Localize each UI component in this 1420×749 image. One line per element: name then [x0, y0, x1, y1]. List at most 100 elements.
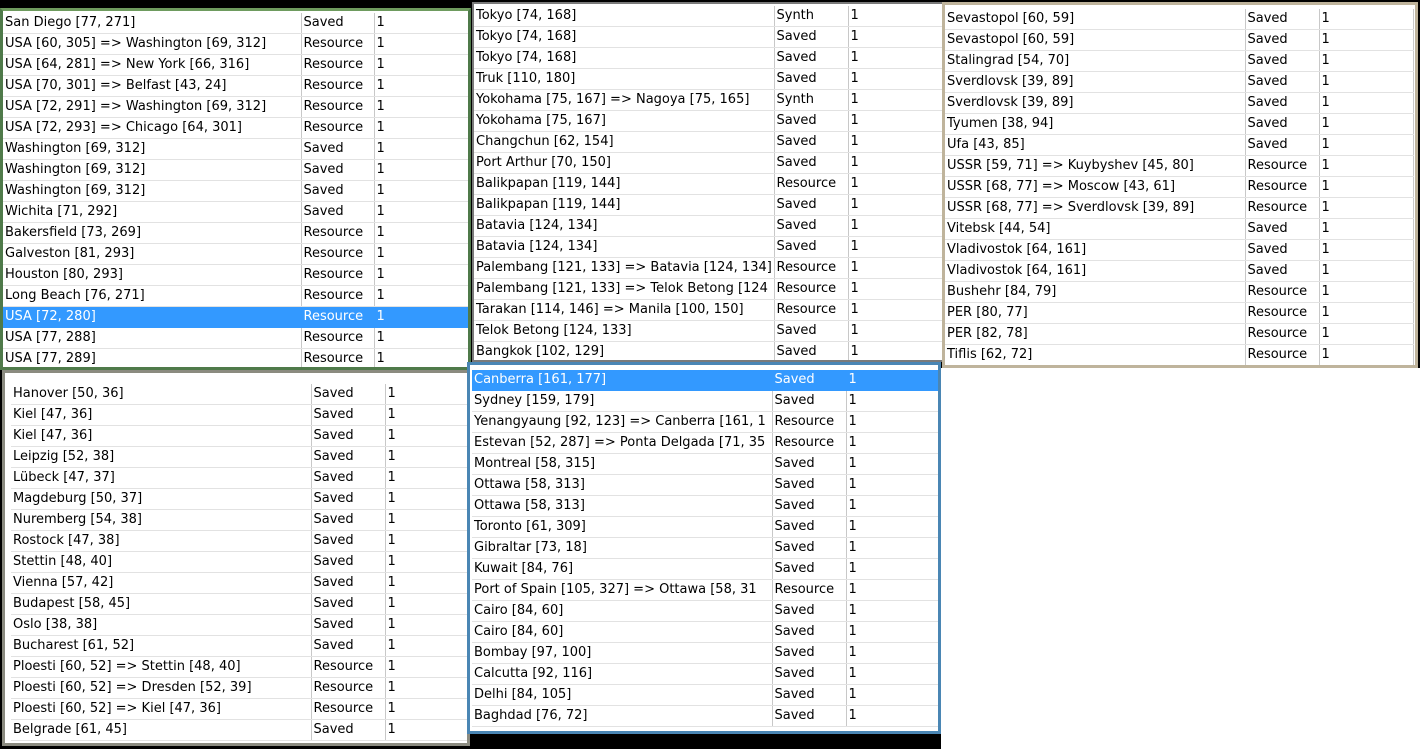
table-row[interactable]: Bakersfield [73, 269] Resource 1: [3, 222, 468, 244]
table-row[interactable]: Ploesti [60, 52] => Stettin [48, 40] Reso…: [11, 656, 467, 678]
row-location: Tiflis [62, 72]: [945, 344, 1246, 365]
table-row[interactable]: Tokyo [74, 168] Saved 1: [474, 26, 942, 48]
table-row[interactable]: Kiel [47, 36] Saved 1: [11, 425, 467, 447]
table-row[interactable]: Washington [69, 312] Saved 1: [3, 180, 468, 202]
table-row[interactable]: Budapest [58, 45] Saved 1: [11, 593, 467, 615]
row-location: Ploesti [60, 52] => Kiel [47, 36]: [11, 698, 312, 720]
table-row[interactable]: Vladivostok [64, 161] Saved 1: [945, 260, 1414, 282]
table-row[interactable]: Rostock [47, 38] Saved 1: [11, 530, 467, 552]
table-row[interactable]: Kiel [47, 36] Saved 1: [11, 404, 467, 426]
table-row[interactable]: Sydney [159, 179] Saved 1: [472, 390, 938, 412]
table-row[interactable]: Cairo [84, 60] Saved 1: [472, 621, 938, 643]
table-row[interactable]: Montreal [58, 315] Saved 1: [472, 453, 938, 475]
table-row[interactable]: Galveston [81, 293] Resource 1: [3, 243, 468, 265]
table-row[interactable]: USA [64, 281] => New York [66, 316] Resou…: [3, 54, 468, 76]
table-row[interactable]: Gibraltar [73, 18] Saved 1: [472, 537, 938, 559]
row-location: Bangkok [102, 129]: [474, 341, 775, 360]
table-row[interactable]: Tiflis [62, 72] Resource 1: [945, 344, 1414, 365]
table-row[interactable]: Lübeck [47, 37] Saved 1: [11, 467, 467, 489]
table-row[interactable]: Vitebsk [44, 54] Saved 1: [945, 218, 1414, 240]
table-row[interactable]: USA [77, 289] Resource 1: [3, 348, 468, 367]
list-panel-usa: San Diego [77, 271] Saved 1 USA [60, 305] =…: [0, 8, 471, 370]
row-location: USA [77, 289]: [3, 348, 302, 367]
table-row[interactable]: USA [77, 288] Resource 1: [3, 327, 468, 349]
table-row[interactable]: Yenangyaung [92, 123] => Canberra [161, …: [472, 411, 938, 433]
table-row[interactable]: Washington [69, 312] Saved 1: [3, 138, 468, 160]
table-row[interactable]: Kuwait [84, 76] Saved 1: [472, 558, 938, 580]
row-type: Saved: [772, 621, 847, 643]
row-count: 1: [846, 642, 938, 664]
table-row[interactable]: USSR [68, 77] => Sverdlovsk [39, 89] Reso…: [945, 197, 1414, 219]
table-row[interactable]: Bangkok [102, 129] Saved 1: [474, 341, 942, 360]
table-row[interactable]: USA [72, 293] => Chicago [64, 301] Resour…: [3, 117, 468, 139]
table-row[interactable]: Calcutta [92, 116] Saved 1: [472, 663, 938, 685]
table-row[interactable]: Bucharest [61, 52] Saved 1: [11, 635, 467, 657]
table-row[interactable]: Toronto [61, 309] Saved 1: [472, 516, 938, 538]
table-row[interactable]: Sverdlovsk [39, 89] Saved 1: [945, 92, 1414, 114]
table-row[interactable]: Stettin [48, 40] Saved 1: [11, 551, 467, 573]
row-type: Saved: [772, 474, 847, 496]
table-row[interactable]: Leipzig [52, 38] Saved 1: [11, 446, 467, 468]
table-row[interactable]: Belgrade [61, 45] Saved 1: [11, 719, 467, 741]
table-row[interactable]: Canberra [161, 177] Saved 1: [472, 370, 938, 391]
table-row[interactable]: Nuremberg [54, 38] Saved 1: [11, 509, 467, 531]
table-row[interactable]: Ottawa [58, 313] Saved 1: [472, 474, 938, 496]
table-row[interactable]: Ploesti [60, 52] => Kiel [47, 36] Resourc…: [11, 698, 467, 720]
table-row[interactable]: Batavia [124, 134] Saved 1: [474, 236, 942, 258]
table-row[interactable]: Tokyo [74, 168] Synth 1: [474, 6, 942, 27]
table-row[interactable]: Stalingrad [54, 70] Saved 1: [945, 50, 1414, 72]
table-row[interactable]: Bushehr [84, 79] Resource 1: [945, 281, 1414, 303]
table-row[interactable]: USSR [59, 71] => Kuybyshev [45, 80] Resou…: [945, 155, 1414, 177]
list-table: Hanover [50, 36] Saved 1 Kiel [47, 36] Saved…: [11, 384, 467, 741]
table-row[interactable]: PER [82, 78] Resource 1: [945, 323, 1414, 345]
table-row[interactable]: Ottawa [58, 313] Saved 1: [472, 495, 938, 517]
table-row[interactable]: Vienna [57, 42] Saved 1: [11, 572, 467, 594]
table-row[interactable]: Tarakan [114, 146] => Manila [100, 150] R…: [474, 299, 942, 321]
table-row[interactable]: Oslo [38, 38] Saved 1: [11, 614, 467, 636]
table-row[interactable]: Estevan [52, 287] => Ponta Delgada [71, …: [472, 432, 938, 454]
table-row[interactable]: Long Beach [76, 271] Resource 1: [3, 285, 468, 307]
row-count: 1: [1319, 218, 1414, 240]
table-row[interactable]: Sverdlovsk [39, 89] Saved 1: [945, 71, 1414, 93]
table-row[interactable]: USA [70, 301] => Belfast [43, 24] Resourc…: [3, 75, 468, 97]
row-type: Resource: [1245, 323, 1320, 345]
table-row[interactable]: Sevastopol [60, 59] Saved 1: [945, 9, 1414, 30]
table-row[interactable]: Magdeburg [50, 37] Saved 1: [11, 488, 467, 510]
table-row[interactable]: Yokohama [75, 167] Saved 1: [474, 110, 942, 132]
table-row[interactable]: Delhi [84, 105] Saved 1: [472, 684, 938, 706]
table-row[interactable]: Port Arthur [70, 150] Saved 1: [474, 152, 942, 174]
row-count: 1: [374, 117, 468, 139]
table-row[interactable]: Telok Betong [124, 133] Saved 1: [474, 320, 942, 342]
table-row[interactable]: USA [72, 291] => Washington [69, 312] Res…: [3, 96, 468, 118]
table-row[interactable]: Balikpapan [119, 144] Resource 1: [474, 173, 942, 195]
table-row[interactable]: Palembang [121, 133] => Batavia [124, 13…: [474, 257, 942, 279]
table-row[interactable]: Vladivostok [64, 161] Saved 1: [945, 239, 1414, 261]
row-location: USSR [59, 71] => Kuybyshev [45, 80]: [945, 155, 1246, 177]
table-row[interactable]: Yokohama [75, 167] => Nagoya [75, 165] Sy…: [474, 89, 942, 111]
table-row[interactable]: Port of Spain [105, 327] => Ottawa [58, …: [472, 579, 938, 601]
table-row[interactable]: Truk [110, 180] Saved 1: [474, 68, 942, 90]
row-count: 1: [848, 131, 942, 153]
table-row[interactable]: USA [72, 280] Resource 1: [3, 306, 468, 328]
table-row[interactable]: Houston [80, 293] Resource 1: [3, 264, 468, 286]
table-row[interactable]: Changchun [62, 154] Saved 1: [474, 131, 942, 153]
table-row[interactable]: USSR [68, 77] => Moscow [43, 61] Resource…: [945, 176, 1414, 198]
table-row[interactable]: Tyumen [38, 94] Saved 1: [945, 113, 1414, 135]
row-count: 1: [848, 6, 942, 27]
table-row[interactable]: Batavia [124, 134] Saved 1: [474, 215, 942, 237]
table-row[interactable]: PER [80, 77] Resource 1: [945, 302, 1414, 324]
table-row[interactable]: San Diego [77, 271] Saved 1: [3, 13, 468, 34]
table-row[interactable]: Balikpapan [119, 144] Saved 1: [474, 194, 942, 216]
table-row[interactable]: Palembang [121, 133] => Telok Betong [12…: [474, 278, 942, 300]
table-row[interactable]: Cairo [84, 60] Saved 1: [472, 600, 938, 622]
table-row[interactable]: USA [60, 305] => Washington [69, 312] Res…: [3, 33, 468, 55]
table-row[interactable]: Wichita [71, 292] Saved 1: [3, 201, 468, 223]
table-row[interactable]: Washington [69, 312] Saved 1: [3, 159, 468, 181]
table-row[interactable]: Tokyo [74, 168] Saved 1: [474, 47, 942, 69]
table-row[interactable]: Bombay [97, 100] Saved 1: [472, 642, 938, 664]
table-row[interactable]: Hanover [50, 36] Saved 1: [11, 384, 467, 405]
table-row[interactable]: Baghdad [76, 72] Saved 1: [472, 705, 938, 727]
table-row[interactable]: Sevastopol [60, 59] Saved 1: [945, 29, 1414, 51]
table-row[interactable]: Ufa [43, 85] Saved 1: [945, 134, 1414, 156]
table-row[interactable]: Ploesti [60, 52] => Dresden [52, 39] Reso…: [11, 677, 467, 699]
